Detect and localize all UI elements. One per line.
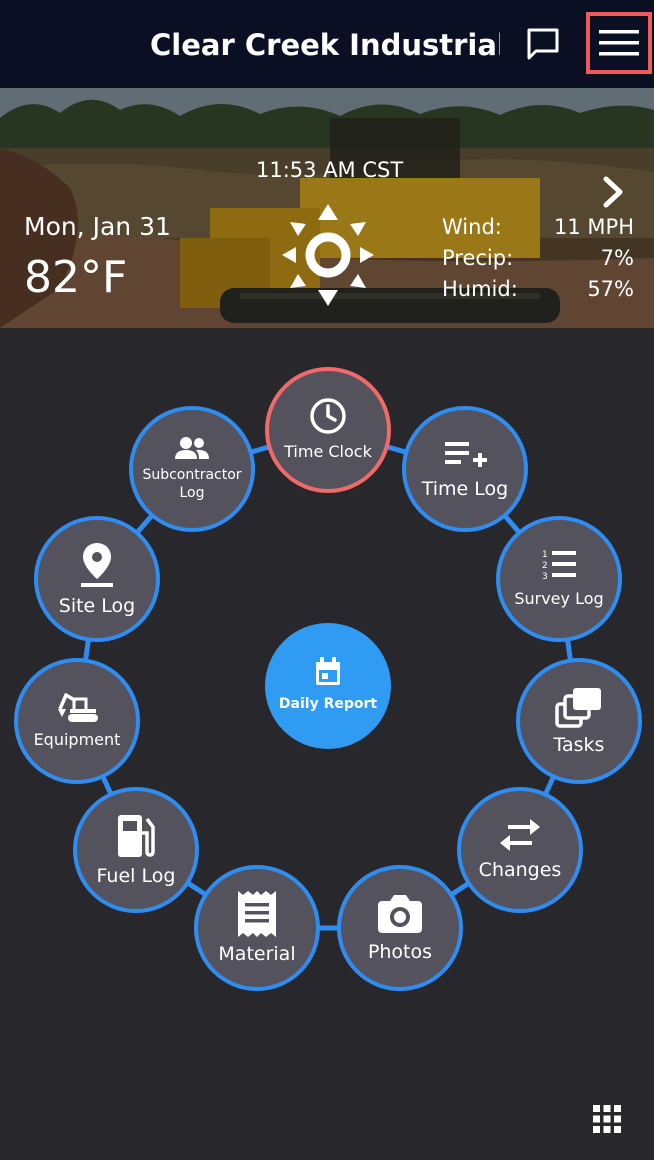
humid-value: 57% — [587, 277, 634, 301]
group-icon — [175, 437, 209, 459]
daily-report-label: Daily Report — [278, 696, 378, 712]
playlist-add-icon — [445, 442, 487, 467]
material-label: Material — [218, 943, 296, 965]
fuel-log-label: Fuel Log — [96, 865, 176, 887]
radial-menu: Daily Report Time Clock Time Log 1 2 3 S — [0, 330, 654, 1030]
precip-row: Precip: 7% — [442, 243, 634, 274]
current-time: 11:53 AM CST — [256, 158, 404, 182]
svg-text:2: 2 — [542, 561, 548, 571]
survey-log-label: Survey Log — [514, 589, 604, 608]
wind-label: Wind: — [442, 215, 502, 239]
wind-value: 11 MPH — [554, 215, 634, 239]
map-pin-icon — [81, 543, 113, 587]
hamburger-icon — [599, 30, 639, 56]
app-title: Clear Creek Industrial … — [150, 28, 500, 62]
time-clock-button[interactable]: Time Clock — [265, 367, 391, 493]
time-log-label: Time Log — [421, 478, 509, 500]
subcontractor-log-button[interactable]: Subcontractor Log — [129, 406, 255, 532]
material-button[interactable]: Material — [194, 865, 320, 991]
site-log-label: Site Log — [58, 595, 136, 617]
photos-button[interactable]: Photos — [337, 865, 463, 991]
tasks-button[interactable]: Tasks — [516, 658, 642, 784]
svg-text:1: 1 — [542, 550, 548, 560]
fuel-pump-icon — [118, 815, 155, 857]
sun-icon — [282, 204, 374, 306]
chat-button[interactable] — [520, 22, 566, 66]
current-date: Mon, Jan 31 — [24, 212, 171, 241]
chevron-right-icon[interactable] — [596, 174, 630, 210]
humid-label: Humid: — [442, 277, 518, 301]
swap-arrows-icon — [500, 819, 540, 851]
svg-text:3: 3 — [542, 572, 548, 582]
calendar-icon — [316, 657, 340, 685]
numbered-list-icon: 1 2 3 — [542, 550, 576, 582]
clock-icon — [310, 398, 346, 434]
precip-value: 7% — [600, 246, 634, 270]
current-temperature: 82°F — [24, 252, 128, 303]
site-log-button[interactable]: Site Log — [34, 516, 160, 642]
time-clock-label: Time Clock — [284, 442, 372, 461]
weather-stats: Wind: 11 MPH Precip: 7% Humid: 57% — [442, 212, 634, 305]
chat-icon — [527, 28, 559, 60]
precip-label: Precip: — [442, 246, 514, 270]
apps-grid-icon[interactable] — [592, 1104, 622, 1134]
receipt-icon — [238, 891, 276, 937]
equipment-button[interactable]: Equipment — [14, 658, 140, 784]
camera-icon — [378, 895, 422, 933]
weather-banner: 11:53 AM CST Mon, Jan 31 82°F Wind: 11 M… — [0, 88, 654, 328]
excavator-icon — [58, 693, 98, 722]
photos-label: Photos — [367, 941, 433, 963]
equipment-label: Equipment — [33, 730, 121, 749]
subcontractor-log-label: Subcontractor Log — [142, 467, 242, 501]
survey-log-button[interactable]: 1 2 3 Survey Log — [496, 516, 622, 642]
menu-button[interactable] — [586, 12, 652, 74]
fuel-log-button[interactable]: Fuel Log — [73, 787, 199, 913]
daily-report-button[interactable]: Daily Report — [265, 623, 391, 749]
tasks-label: Tasks — [553, 734, 605, 756]
changes-label: Changes — [478, 859, 562, 881]
time-log-button[interactable]: Time Log — [402, 406, 528, 532]
stacked-cards-icon — [555, 688, 601, 728]
humid-row: Humid: 57% — [442, 274, 634, 305]
top-bar: Clear Creek Industrial … — [0, 0, 654, 88]
wind-row: Wind: 11 MPH — [442, 212, 634, 243]
changes-button[interactable]: Changes — [457, 787, 583, 913]
